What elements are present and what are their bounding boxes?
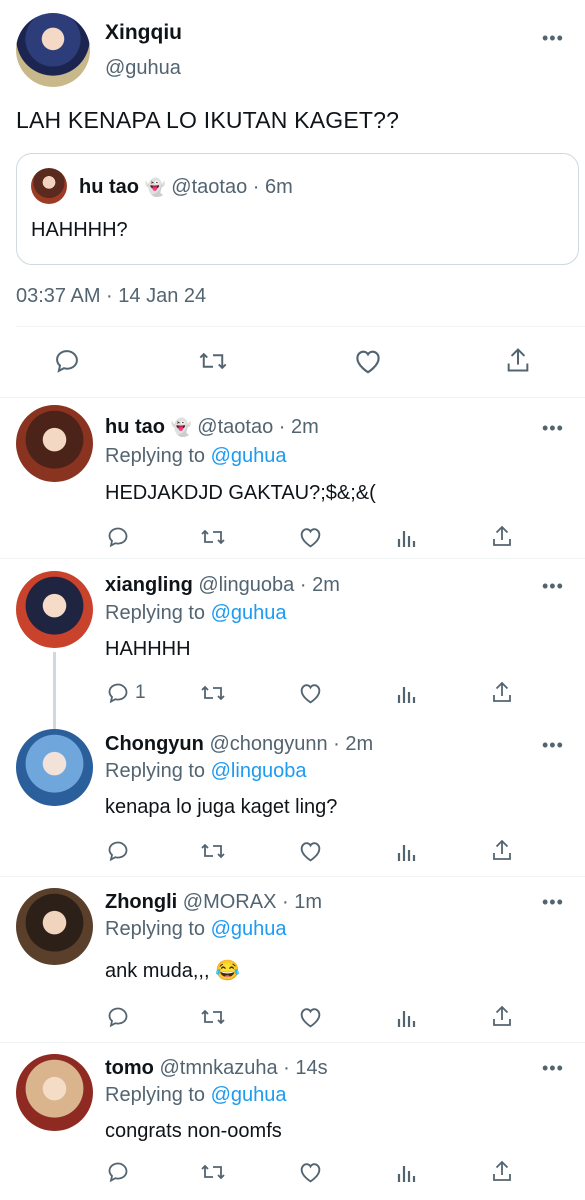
retweet-icon[interactable]	[200, 1005, 226, 1029]
quote-text: HAHHHH?	[31, 219, 128, 241]
retweet-icon[interactable]	[200, 681, 226, 705]
more-horizontal-icon[interactable]: •••	[542, 577, 564, 595]
handle[interactable]: @taotao	[197, 416, 273, 438]
views-icon[interactable]	[396, 1160, 418, 1184]
reply-text: congrats non-oomfs	[105, 1120, 282, 1142]
reply-text: ank muda,,, 😂	[105, 960, 240, 982]
display-name[interactable]: Chongyun	[105, 733, 204, 755]
retweet-icon[interactable]	[198, 347, 228, 375]
divider	[16, 326, 585, 327]
share-icon[interactable]	[491, 1004, 513, 1028]
timestamp: · 6m	[252, 176, 293, 198]
more-horizontal-icon[interactable]: •••	[542, 1059, 564, 1077]
reply-icon[interactable]	[106, 839, 130, 863]
divider	[0, 876, 585, 877]
replying-to-handle[interactable]: @guhua	[211, 1084, 287, 1106]
display-name: hu tao	[79, 176, 139, 198]
share-icon[interactable]	[491, 524, 513, 548]
retweet-icon[interactable]	[200, 525, 226, 549]
reply-icon[interactable]	[106, 525, 130, 549]
share-icon[interactable]	[491, 1159, 513, 1183]
avatar[interactable]	[16, 888, 93, 965]
divider	[0, 558, 585, 559]
avatar[interactable]	[16, 405, 93, 482]
more-horizontal-icon[interactable]: •••	[542, 29, 564, 47]
reply-count: 1	[135, 682, 146, 703]
reply-text: HEDJAKDJD GAKTAU?;$&;&(	[105, 482, 376, 504]
heart-icon[interactable]	[353, 347, 383, 375]
views-icon[interactable]	[396, 525, 418, 549]
timestamp[interactable]: · 14s	[283, 1057, 327, 1079]
timestamp[interactable]: · 2m	[300, 574, 340, 596]
display-name[interactable]: xiangling	[105, 574, 193, 596]
thread-connector	[53, 652, 56, 730]
heart-icon[interactable]	[298, 839, 323, 863]
avatar[interactable]	[16, 1054, 93, 1131]
replying-to-handle[interactable]: @guhua	[211, 918, 287, 940]
timestamp[interactable]: · 2m	[333, 733, 373, 755]
more-horizontal-icon[interactable]: •••	[542, 736, 564, 754]
ghost-emoji: 👻	[170, 418, 192, 437]
views-icon[interactable]	[396, 1005, 418, 1029]
tweet-text: LAH KENAPA LO IKUTAN KAGET??	[16, 107, 400, 133]
timestamp[interactable]: · 2m	[279, 416, 319, 438]
heart-icon[interactable]	[298, 525, 323, 549]
avatar[interactable]	[16, 13, 90, 87]
retweet-icon[interactable]	[200, 839, 226, 863]
handle[interactable]: @chongyunn	[209, 733, 327, 755]
tweet-timestamp[interactable]: 03:37 AM · 14 Jan 24	[16, 283, 206, 309]
avatar	[31, 168, 67, 204]
quote-tweet[interactable]: hu tao 👻 @taotao · 6m HAHHHH?	[16, 153, 579, 265]
share-icon[interactable]	[491, 680, 513, 704]
replying-to-label: Replying to	[105, 760, 206, 782]
divider	[0, 397, 585, 398]
handle[interactable]: @linguoba	[198, 574, 294, 596]
replying-to-handle[interactable]: @guhua	[211, 602, 287, 624]
handle[interactable]: @tmnkazuha	[159, 1057, 277, 1079]
ghost-emoji: 👻	[144, 178, 166, 197]
views-icon[interactable]	[396, 839, 418, 863]
reply-text: HAHHHH	[105, 638, 191, 660]
share-icon[interactable]	[491, 838, 513, 862]
reply-text: kenapa lo juga kaget ling?	[105, 796, 338, 818]
replying-to-label: Replying to	[105, 445, 206, 467]
avatar[interactable]	[16, 729, 93, 806]
replying-to-handle[interactable]: @linguoba	[211, 760, 307, 782]
display-name[interactable]: hu tao	[105, 416, 165, 438]
reply-icon[interactable]	[106, 1160, 130, 1184]
more-horizontal-icon[interactable]: •••	[542, 419, 564, 437]
reply-icon[interactable]	[53, 347, 81, 375]
more-horizontal-icon[interactable]: •••	[542, 893, 564, 911]
replying-to-label: Replying to	[105, 602, 206, 624]
views-icon[interactable]	[396, 681, 418, 705]
display-name[interactable]: Xingqiu	[105, 20, 182, 46]
reply-icon[interactable]	[106, 681, 130, 705]
reply-icon[interactable]	[106, 1005, 130, 1029]
divider	[0, 1042, 585, 1043]
display-name[interactable]: Zhongli	[105, 891, 177, 913]
avatar[interactable]	[16, 571, 93, 648]
heart-icon[interactable]	[298, 1160, 323, 1184]
handle[interactable]: @MORAX	[183, 891, 277, 913]
heart-icon[interactable]	[298, 1005, 323, 1029]
timestamp[interactable]: · 1m	[282, 891, 322, 913]
retweet-icon[interactable]	[200, 1160, 226, 1184]
replying-to-handle[interactable]: @guhua	[211, 445, 287, 467]
display-name[interactable]: tomo	[105, 1057, 154, 1079]
share-icon[interactable]	[505, 346, 531, 374]
replying-to-label: Replying to	[105, 1084, 206, 1106]
heart-icon[interactable]	[298, 681, 323, 705]
handle[interactable]: @guhua	[105, 55, 181, 81]
handle: @taotao	[171, 176, 248, 198]
replying-to-label: Replying to	[105, 918, 206, 940]
